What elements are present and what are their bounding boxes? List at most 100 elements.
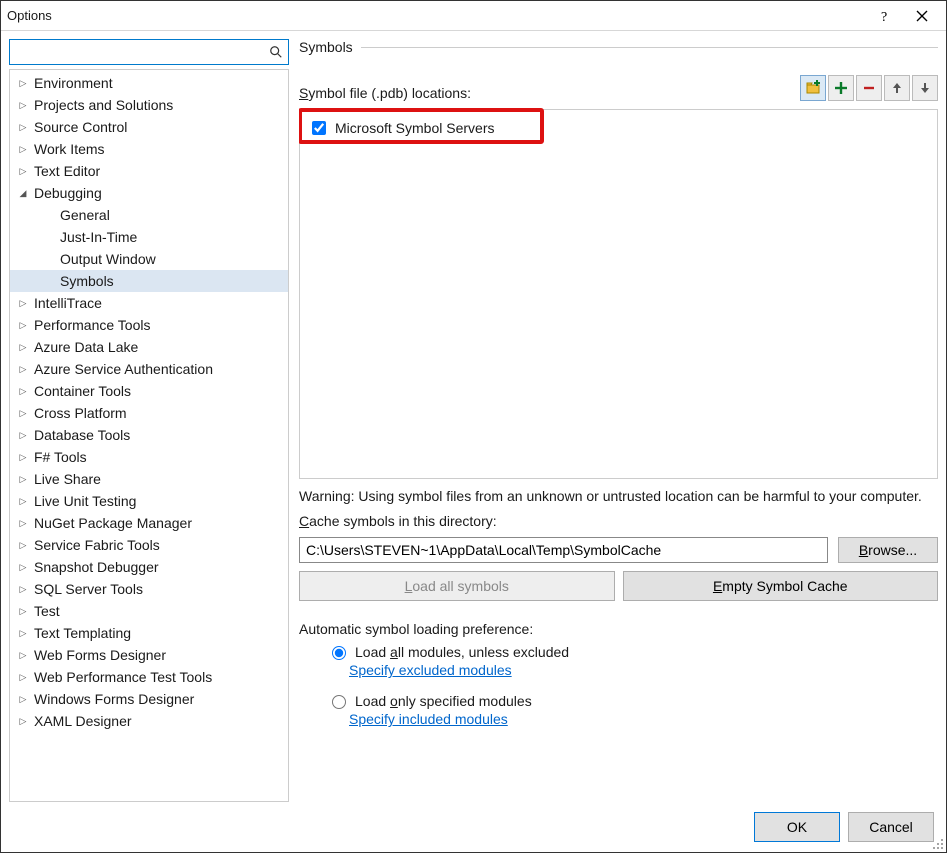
tree-item-label: Live Unit Testing — [30, 493, 136, 509]
add-button[interactable] — [828, 75, 854, 101]
tree-item-output-window[interactable]: ▷Output Window — [10, 248, 288, 270]
load-all-modules-label: Load all modules, unless excluded — [355, 644, 569, 660]
tree-item-web-performance-test-tools[interactable]: ▷Web Performance Test Tools — [10, 666, 288, 688]
tree-item-label: XAML Designer — [30, 713, 132, 729]
chevron-right-icon: ▷ — [16, 364, 30, 375]
tree-item-label: NuGet Package Manager — [30, 515, 192, 531]
cache-dir-label: Cache symbols in this directory: — [299, 513, 938, 529]
load-all-symbols-button[interactable]: Load all symbols — [299, 571, 615, 601]
tree-item-database-tools[interactable]: ▷Database Tools — [10, 424, 288, 446]
close-button[interactable] — [904, 4, 940, 28]
tree-item-web-forms-designer[interactable]: ▷Web Forms Designer — [10, 644, 288, 666]
tree-item-label: Container Tools — [30, 383, 131, 399]
tree-item-label: Symbols — [56, 273, 114, 289]
help-button[interactable]: ? — [868, 4, 904, 28]
chevron-right-icon: ▷ — [16, 342, 30, 353]
options-dialog: Options ? ▷Environment▷Projects and Solu… — [0, 0, 947, 853]
chevron-right-icon: ▷ — [16, 386, 30, 397]
tree-item-general[interactable]: ▷General — [10, 204, 288, 226]
tree-item-label: Live Share — [30, 471, 101, 487]
tree-item-label: Output Window — [56, 251, 156, 267]
highlight-annotation — [299, 108, 544, 144]
tree-item-source-control[interactable]: ▷Source Control — [10, 116, 288, 138]
tree-item-nuget-package-manager[interactable]: ▷NuGet Package Manager — [10, 512, 288, 534]
move-down-button[interactable] — [912, 75, 938, 101]
tree-item-f-tools[interactable]: ▷F# Tools — [10, 446, 288, 468]
tree-item-performance-tools[interactable]: ▷Performance Tools — [10, 314, 288, 336]
tree-item-label: Windows Forms Designer — [30, 691, 194, 707]
load-only-specified-radio[interactable] — [332, 695, 346, 709]
tree-item-label: General — [56, 207, 110, 223]
left-pane: ▷Environment▷Projects and Solutions▷Sour… — [9, 39, 289, 802]
move-up-button[interactable] — [884, 75, 910, 101]
resize-grip-icon[interactable] — [932, 838, 944, 850]
symbol-locations-label: Symbol file (.pdb) locations: — [299, 85, 471, 101]
tree-item-intellitrace[interactable]: ▷IntelliTrace — [10, 292, 288, 314]
symbol-locations-list[interactable]: Microsoft Symbol Servers — [299, 109, 938, 479]
tree-item-label: Work Items — [30, 141, 105, 157]
tree-item-text-templating[interactable]: ▷Text Templating — [10, 622, 288, 644]
options-tree[interactable]: ▷Environment▷Projects and Solutions▷Sour… — [9, 69, 289, 802]
chevron-right-icon: ▷ — [16, 100, 30, 111]
tree-item-label: Snapshot Debugger — [30, 559, 159, 575]
tree-item-label: Text Editor — [30, 163, 100, 179]
ok-button[interactable]: OK — [754, 812, 840, 842]
tree-item-azure-data-lake[interactable]: ▷Azure Data Lake — [10, 336, 288, 358]
chevron-right-icon: ▷ — [16, 694, 30, 705]
chevron-right-icon: ▷ — [16, 650, 30, 661]
tree-item-live-unit-testing[interactable]: ▷Live Unit Testing — [10, 490, 288, 512]
tree-item-label: Debugging — [30, 185, 102, 201]
chevron-right-icon: ▷ — [16, 122, 30, 133]
chevron-right-icon: ▷ — [16, 320, 30, 331]
tree-item-xaml-designer[interactable]: ▷XAML Designer — [10, 710, 288, 732]
tree-item-cross-platform[interactable]: ▷Cross Platform — [10, 402, 288, 424]
tree-item-snapshot-debugger[interactable]: ▷Snapshot Debugger — [10, 556, 288, 578]
cancel-button[interactable]: Cancel — [848, 812, 934, 842]
tree-item-service-fabric-tools[interactable]: ▷Service Fabric Tools — [10, 534, 288, 556]
tree-item-label: Database Tools — [30, 427, 130, 443]
tree-item-container-tools[interactable]: ▷Container Tools — [10, 380, 288, 402]
tree-item-label: Text Templating — [30, 625, 131, 641]
tree-item-label: Projects and Solutions — [30, 97, 173, 113]
chevron-right-icon: ▷ — [16, 606, 30, 617]
chevron-right-icon: ▷ — [16, 408, 30, 419]
tree-item-text-editor[interactable]: ▷Text Editor — [10, 160, 288, 182]
titlebar: Options ? — [1, 1, 946, 31]
tree-item-live-share[interactable]: ▷Live Share — [10, 468, 288, 490]
search-input[interactable] — [9, 39, 289, 65]
tree-item-environment[interactable]: ▷Environment — [10, 72, 288, 94]
specify-included-link[interactable]: Specify included modules — [349, 711, 508, 727]
dialog-footer: OK Cancel — [1, 802, 946, 852]
tree-item-sql-server-tools[interactable]: ▷SQL Server Tools — [10, 578, 288, 600]
load-all-modules-radio[interactable] — [332, 646, 346, 660]
browse-button[interactable]: Browse... — [838, 537, 938, 563]
chevron-right-icon: ▷ — [16, 628, 30, 639]
load-only-specified-label: Load only specified modules — [355, 693, 532, 709]
tree-item-label: Azure Service Authentication — [30, 361, 213, 377]
right-pane: Symbols Symbol file (.pdb) locations: — [299, 39, 938, 802]
search-icon — [269, 45, 283, 59]
tree-item-label: Web Performance Test Tools — [30, 669, 212, 685]
empty-symbol-cache-button[interactable]: Empty Symbol Cache — [623, 571, 939, 601]
cache-dir-input[interactable] — [299, 537, 828, 563]
tree-item-test[interactable]: ▷Test — [10, 600, 288, 622]
tree-item-azure-service-authentication[interactable]: ▷Azure Service Authentication — [10, 358, 288, 380]
tree-item-just-in-time[interactable]: ▷Just-In-Time — [10, 226, 288, 248]
tree-item-windows-forms-designer[interactable]: ▷Windows Forms Designer — [10, 688, 288, 710]
add-folder-button[interactable] — [800, 75, 826, 101]
chevron-right-icon: ▷ — [16, 166, 30, 177]
chevron-right-icon: ▷ — [16, 716, 30, 727]
remove-button[interactable] — [856, 75, 882, 101]
section-heading: Symbols — [299, 39, 353, 55]
tree-item-label: Service Fabric Tools — [30, 537, 160, 553]
chevron-right-icon: ▷ — [16, 430, 30, 441]
chevron-right-icon: ▷ — [16, 672, 30, 683]
specify-excluded-link[interactable]: Specify excluded modules — [349, 662, 512, 678]
tree-item-work-items[interactable]: ▷Work Items — [10, 138, 288, 160]
tree-item-projects-and-solutions[interactable]: ▷Projects and Solutions — [10, 94, 288, 116]
tree-item-label: Azure Data Lake — [30, 339, 138, 355]
tree-item-debugging[interactable]: ◢Debugging — [10, 182, 288, 204]
tree-item-symbols[interactable]: ▷Symbols — [10, 270, 288, 292]
tree-item-label: F# Tools — [30, 449, 87, 465]
tree-item-label: SQL Server Tools — [30, 581, 143, 597]
